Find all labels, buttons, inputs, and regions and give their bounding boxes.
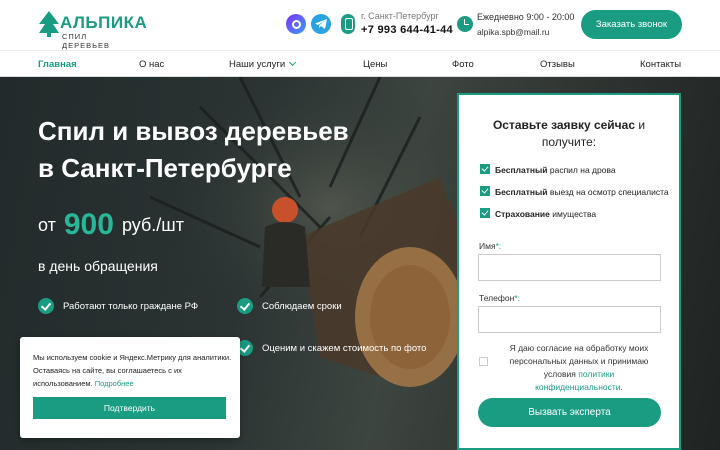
name-label: Имя*:	[479, 241, 501, 251]
feature-text: Работают только граждане РФ	[63, 301, 199, 312]
email-link[interactable]: alpika.spb@mail.ru	[477, 27, 549, 37]
form-heading-bold: Оставьте заявку сейчас	[492, 118, 635, 132]
price-prefix: от	[38, 215, 56, 235]
required-mark: *:	[495, 241, 502, 251]
nav-item-home[interactable]: Главная	[38, 59, 77, 70]
feature-text: Оценим и скажем стоимость по фото	[262, 343, 427, 354]
form-heading: Оставьте заявку сейчас и получите:	[459, 117, 679, 151]
check-circle-icon	[38, 298, 54, 314]
feature-item: Соблюдаем сроки	[237, 298, 342, 314]
nav-item-services[interactable]: Наши услуги	[229, 58, 297, 70]
city-label: г. Санкт-Петербург	[361, 11, 439, 21]
required-mark: *:	[514, 293, 520, 303]
consent-checkbox[interactable]	[479, 357, 488, 366]
request-call-button[interactable]: Заказать звонок	[581, 10, 682, 39]
benefit-text: выезд на осмотр специалиста	[549, 187, 669, 197]
checkbox-checked-icon	[480, 208, 490, 218]
hero-title-line1: Спил и вывоз деревьев	[38, 116, 349, 146]
clock-icon	[457, 16, 473, 32]
benefit-text: распил на дрова	[549, 165, 616, 175]
benefit-item: Бесплатный распил на дрова	[480, 164, 616, 175]
phone-number-link[interactable]: +7 993 644-41-44	[361, 24, 453, 36]
working-hours: Ежедневно 9:00 - 20:00	[477, 12, 575, 22]
benefit-item: Страхование имущества	[480, 208, 597, 219]
request-form: Оставьте заявку сейчас и получите: Беспл…	[457, 93, 681, 450]
site-header: АЛЬПИКА СПИЛ ДЕРЕВЬЕВ г. Санкт-Петербург…	[0, 0, 720, 50]
consent-end: .	[620, 382, 623, 392]
cookie-text: Мы используем cookie и Яндекс.Метрику дл…	[33, 351, 233, 390]
price-line: от 900 руб./шт	[38, 205, 184, 241]
feature-text: Соблюдаем сроки	[262, 301, 342, 312]
logo[interactable]: АЛЬПИКА СПИЛ ДЕРЕВЬЕВ	[38, 11, 147, 50]
nav-item-about[interactable]: О нас	[139, 59, 164, 70]
phone-input[interactable]	[478, 306, 661, 333]
hero-title: Спил и вывоз деревьев в Санкт-Петербурге	[38, 113, 458, 187]
benefit-bold: Бесплатный	[495, 187, 548, 197]
chevron-down-icon	[289, 58, 297, 67]
benefit-bold: Страхование	[495, 209, 550, 219]
form-heading-rest: и	[638, 118, 646, 132]
check-circle-icon	[237, 298, 253, 314]
checkbox-checked-icon	[480, 164, 490, 174]
feature-item: Оценим и скажем стоимость по фото	[237, 340, 427, 356]
name-label-text: Имя	[479, 241, 496, 251]
price-suffix: руб./шт	[121, 215, 184, 235]
logo-text: АЛЬПИКА	[60, 13, 148, 32]
nav-item-services-label: Наши услуги	[229, 59, 286, 70]
benefit-bold: Бесплатный	[495, 165, 548, 175]
main-nav: Главная О нас Наши услуги Цены Фото Отзы…	[0, 50, 720, 77]
nav-item-contacts[interactable]: Контакты	[640, 59, 681, 70]
consent-text: Я даю согласие на обработку моих персона…	[499, 342, 659, 394]
cookie-more-link[interactable]: Подробнее	[95, 379, 134, 388]
telegram-icon[interactable]	[311, 14, 331, 34]
max-messenger-icon[interactable]	[286, 14, 306, 34]
call-expert-button[interactable]: Вызвать эксперта	[478, 398, 661, 427]
name-input[interactable]	[478, 254, 661, 281]
price-value: 900	[63, 208, 114, 241]
tree-logo-icon	[39, 11, 59, 37]
nav-item-prices[interactable]: Цены	[363, 59, 387, 70]
phone-label: Телефон*:	[479, 293, 520, 303]
checkbox-checked-icon	[480, 186, 490, 196]
nav-item-reviews[interactable]: Отзывы	[540, 59, 575, 70]
form-heading-line2: получите:	[541, 135, 597, 149]
hero-subtitle: в день обращения	[38, 258, 158, 274]
benefit-text: имущества	[552, 209, 597, 219]
phone-label-text: Телефон	[479, 293, 515, 303]
benefit-item: Бесплатный выезд на осмотр специалиста	[480, 186, 669, 197]
logo-subtitle: СПИЛ ДЕРЕВЬЕВ	[62, 32, 111, 50]
phone-icon	[341, 14, 355, 34]
nav-item-photos[interactable]: Фото	[452, 59, 474, 70]
feature-item: Работают только граждане РФ	[38, 298, 199, 314]
cookie-confirm-button[interactable]: Подтвердить	[33, 397, 226, 419]
cookie-banner: Мы используем cookie и Яндекс.Метрику дл…	[20, 337, 240, 438]
hero-title-line2: в Санкт-Петербурге	[38, 153, 292, 183]
